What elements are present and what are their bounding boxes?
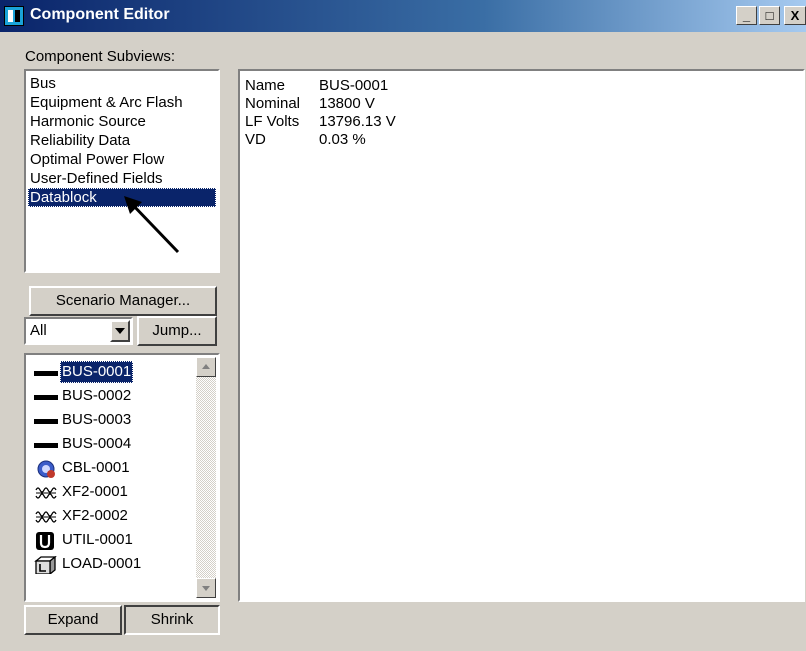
title-bar[interactable]: Component Editor _ □ X: [0, 0, 806, 32]
chevron-up-icon: [202, 364, 210, 369]
list-item[interactable]: BUS-0002: [28, 385, 216, 409]
list-item[interactable]: LOAD-0001: [28, 553, 216, 577]
bus-icon: [34, 419, 58, 424]
filter-select-value: All: [30, 322, 47, 339]
component-label: BUS-0002: [62, 387, 132, 404]
close-button[interactable]: X: [784, 6, 806, 25]
component-label: XF2-0001: [62, 483, 128, 500]
list-item[interactable]: BUS-0001: [28, 361, 216, 385]
shrink-button[interactable]: Shrink: [124, 605, 220, 635]
datablock-key: Name: [245, 77, 286, 94]
component-label: BUS-0003: [62, 411, 132, 428]
subview-item-reliability-data[interactable]: Reliability Data: [28, 131, 216, 150]
chevron-down-icon: [115, 328, 125, 334]
minimize-button[interactable]: _: [736, 6, 757, 25]
subview-item-bus[interactable]: Bus: [28, 74, 216, 93]
list-item[interactable]: UTIL-0001: [28, 529, 216, 553]
dropdown-arrow-button[interactable]: [110, 320, 130, 342]
datablock-value: BUS-0001: [319, 77, 389, 94]
subview-item-harmonic-source[interactable]: Harmonic Source: [28, 112, 216, 131]
datablock-value: 0.03 %: [319, 131, 366, 148]
utility-icon: [36, 532, 54, 550]
transformer-icon: [35, 487, 57, 499]
subview-item-user-defined-fields[interactable]: User-Defined Fields: [28, 169, 216, 188]
component-label: UTIL-0001: [62, 531, 133, 548]
cable-icon: [37, 460, 55, 478]
list-item[interactable]: BUS-0004: [28, 433, 216, 457]
component-editor-window: Component Editor _ □ X Component Subview…: [0, 0, 806, 651]
maximize-button[interactable]: □: [759, 6, 780, 25]
component-list-scrollbar[interactable]: [196, 357, 216, 598]
window-title: Component Editor: [30, 6, 170, 23]
transformer-icon: [35, 511, 57, 523]
datablock-row-name: Name BUS-0001: [245, 77, 798, 95]
subviews-label: Component Subviews:: [25, 48, 176, 65]
component-label: CBL-0001: [62, 459, 130, 476]
datablock-row-lf-volts: LF Volts 13796.13 V: [245, 113, 798, 131]
load-icon: [34, 556, 57, 574]
datablock-row-nominal: Nominal 13800 V: [245, 95, 798, 113]
datablock-key: LF Volts: [245, 113, 300, 130]
datablock-key: VD: [245, 131, 266, 148]
filter-select[interactable]: All: [24, 317, 133, 345]
component-label: LOAD-0001: [62, 555, 142, 572]
subview-item-equipment-arc-flash[interactable]: Equipment & Arc Flash: [28, 93, 216, 112]
component-label: XF2-0002: [62, 507, 128, 524]
datablock-key: Nominal: [245, 95, 301, 112]
scroll-down-button[interactable]: [196, 578, 216, 598]
component-list[interactable]: BUS-0001 BUS-0002 BUS-0003 BUS-0004 CBL-…: [24, 353, 220, 602]
list-item[interactable]: XF2-0001: [28, 481, 216, 505]
datablock-value: 13800 V: [319, 95, 375, 112]
expand-button[interactable]: Expand: [24, 605, 122, 635]
datablock-panel: Name BUS-0001 Nominal 13800 V LF Volts 1379…: [238, 69, 805, 602]
subview-item-optimal-power-flow[interactable]: Optimal Power Flow: [28, 150, 216, 169]
component-label: BUS-0001: [60, 361, 134, 383]
list-item[interactable]: XF2-0002: [28, 505, 216, 529]
datablock-value: 13796.13 V: [319, 113, 396, 130]
bus-icon: [34, 395, 58, 400]
datablock-row-vd: VD 0.03 %: [245, 131, 798, 149]
jump-button[interactable]: Jump...: [137, 316, 217, 346]
bus-icon: [34, 371, 58, 376]
pointer-arrow-icon: [124, 196, 180, 254]
list-item[interactable]: BUS-0003: [28, 409, 216, 433]
list-item[interactable]: CBL-0001: [28, 457, 216, 481]
bus-icon: [34, 443, 58, 448]
app-icon: [4, 6, 24, 26]
chevron-down-icon: [202, 586, 210, 591]
scenario-manager-button[interactable]: Scenario Manager...: [29, 286, 217, 316]
component-label: BUS-0004: [62, 435, 132, 452]
scroll-up-button[interactable]: [196, 357, 216, 377]
